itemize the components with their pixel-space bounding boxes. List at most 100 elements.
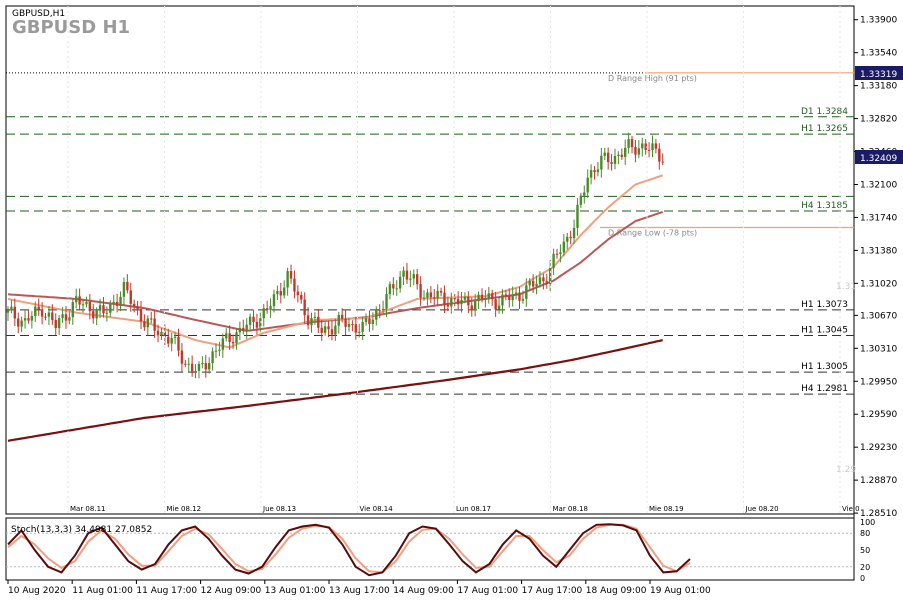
candle-body: [361, 321, 364, 332]
price-tick-label: 1.33540: [860, 49, 897, 59]
candle-body: [37, 306, 40, 310]
stoch-tick-label: 100: [860, 518, 875, 527]
candle-body: [405, 270, 409, 280]
candle-body: [180, 350, 184, 364]
time-label: 13 Aug 17:00: [329, 586, 390, 596]
candle-body: [245, 324, 248, 331]
candle-body: [286, 271, 289, 288]
candle-body: [419, 284, 422, 298]
time-label: 17 Aug 17:00: [522, 586, 583, 596]
date-label: Mar 08.18: [553, 505, 588, 513]
time-label: 11 Aug 01:00: [72, 586, 133, 596]
candle-body: [364, 318, 368, 322]
candle-body: [484, 298, 487, 300]
candle-body: [473, 301, 477, 311]
price-axis-labels: 1.339001.335401.331801.328201.324601.321…: [854, 16, 897, 519]
date-label: Jue 08.20: [745, 505, 779, 513]
candle-body: [225, 333, 228, 339]
candle-body: [497, 305, 501, 310]
level-label: H1 1.3005: [801, 362, 848, 372]
candle-body: [211, 351, 214, 364]
candle-body: [139, 309, 143, 322]
candle-body: [34, 306, 37, 317]
candle-body: [340, 314, 344, 319]
candle-body: [252, 316, 255, 322]
candle-body: [511, 294, 514, 300]
main-pane-frame: [5, 5, 855, 515]
candle-body: [170, 337, 173, 344]
candle-body: [586, 177, 589, 193]
candle-body: [388, 284, 392, 295]
candle-body: [218, 349, 221, 351]
candle-body: [647, 149, 651, 151]
candle-body: [596, 169, 600, 173]
candle-body: [514, 292, 518, 295]
date-label: Mar 08.11: [70, 505, 105, 513]
candle-body: [173, 336, 177, 338]
candle-body: [184, 363, 187, 365]
candle-body: [293, 278, 296, 292]
candle-body: [269, 306, 272, 311]
candle-body: [300, 295, 303, 300]
candle-body: [242, 327, 245, 331]
candle-body: [228, 333, 231, 343]
candle-body: [429, 292, 433, 298]
candle-body: [491, 293, 494, 300]
candle-body: [555, 253, 559, 255]
candle-body: [538, 277, 542, 284]
stoch-tick-label: 50: [860, 546, 870, 555]
time-label: 17 Aug 01:00: [457, 586, 518, 596]
candle-body: [504, 294, 508, 297]
candle-body: [569, 236, 572, 239]
candle-body: [81, 304, 85, 306]
candle-body: [204, 363, 207, 370]
candle-body: [542, 277, 545, 282]
candle-body: [306, 315, 310, 326]
candle-body: [460, 299, 463, 305]
candle-body: [589, 170, 593, 178]
candle-body: [235, 332, 238, 344]
candle-body: [64, 314, 68, 321]
candle-body: [351, 323, 354, 325]
candle-body: [395, 288, 398, 290]
chart-svg: GBPUSD,H1 GBPUSD H1 D Range High (91 pts…: [5, 5, 903, 596]
candle-body: [368, 318, 371, 325]
candle-body: [409, 278, 412, 280]
candle-body: [231, 342, 235, 344]
candle-body: [422, 297, 426, 299]
candle-body: [518, 292, 521, 301]
price-tick-label: 1.32100: [860, 180, 897, 190]
candle-body: [412, 274, 415, 279]
candle-body: [323, 326, 327, 333]
candle-body: [651, 143, 654, 151]
candle-body: [71, 302, 74, 318]
time-label: 11 Aug 17:00: [136, 586, 197, 596]
candle-body: [119, 296, 122, 306]
candle-body: [439, 290, 443, 293]
candle-body: [552, 253, 555, 268]
candle-body: [238, 327, 242, 333]
round-level-label: 1.29: [836, 465, 856, 475]
candle-body: [634, 147, 637, 155]
candle-body: [95, 310, 98, 319]
candle-body: [88, 302, 92, 312]
candle-body: [283, 287, 286, 296]
stoch-title: Stoch(13,3,3) 34.4981 27.0852: [11, 525, 152, 535]
candle-body: [620, 154, 623, 157]
candle-body: [347, 323, 351, 327]
date-label: Mie 08.12: [167, 505, 202, 513]
candle-body: [187, 363, 190, 365]
candle-body: [112, 301, 115, 304]
candle-body: [579, 195, 583, 205]
candle-body: [194, 370, 197, 372]
candle-body: [54, 320, 57, 329]
candle-body: [334, 325, 337, 335]
time-label: 19 Aug 01:00: [650, 586, 711, 596]
candle-body: [606, 152, 610, 163]
candle-body: [433, 297, 436, 299]
candle-body: [150, 318, 153, 320]
candle-body: [40, 309, 44, 317]
round-level-label: 1.31: [836, 282, 856, 292]
candle-body: [20, 320, 23, 327]
candle-body: [126, 282, 129, 291]
